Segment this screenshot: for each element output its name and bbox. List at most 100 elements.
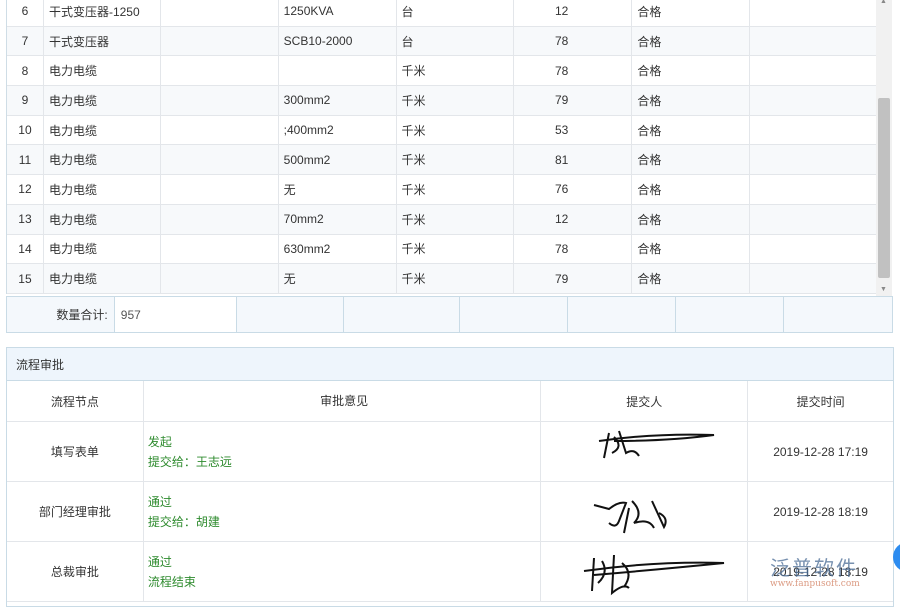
signature-image	[541, 422, 748, 481]
total-label: 数量合计:	[7, 297, 115, 332]
node-name: 部门经理审批	[7, 482, 144, 541]
header-opinion: 审批意见	[144, 381, 542, 421]
next-step: 提交给：王志远	[148, 452, 232, 472]
next-step: 流程结束	[148, 572, 196, 592]
cell-no: 6	[7, 0, 44, 26]
table-row: 12电力电缆无千米76合格	[7, 175, 876, 205]
cell-empty	[161, 175, 279, 204]
watermark-logo: 泛普软件 www.fanpusoft.com	[770, 552, 860, 589]
opinion-text: 通过	[148, 492, 172, 512]
cell-spec: 300mm2	[279, 86, 397, 115]
opinion: 发起提交给：王志远	[144, 422, 542, 481]
cell-empty	[750, 86, 876, 115]
approval-row: 填写表单 发起提交给：王志远 2019-12-28 17:19	[7, 422, 893, 482]
cell-no: 8	[7, 56, 44, 85]
cell-quality: 合格	[632, 27, 750, 56]
opinion-text: 发起	[148, 432, 172, 452]
cell-name: 电力电缆	[44, 56, 161, 85]
cell-name: 干式变压器-1250	[44, 0, 161, 26]
cell-spec: 70mm2	[279, 205, 397, 234]
cell-name: 电力电缆	[44, 86, 161, 115]
next-step: 提交给：胡建	[148, 512, 220, 532]
cell-empty	[161, 235, 279, 264]
cell-empty	[161, 0, 279, 26]
cell-name: 电力电缆	[44, 235, 161, 264]
header-submitter: 提交人	[541, 381, 748, 421]
table-row: 6干式变压器-12501250KVA台12合格	[7, 0, 876, 27]
signature-image	[541, 542, 748, 601]
cell-quality: 合格	[632, 175, 750, 204]
cell-quality: 合格	[632, 116, 750, 145]
cell-quality: 合格	[632, 0, 750, 26]
cell-unit: 千米	[397, 56, 515, 85]
scroll-up-icon[interactable]: ▲	[880, 0, 887, 5]
cell-qty: 78	[514, 27, 632, 56]
cell-name: 干式变压器	[44, 27, 161, 56]
cell-name: 电力电缆	[44, 264, 161, 293]
approval-header: 流程节点 审批意见 提交人 提交时间	[7, 381, 893, 422]
table-row: 15电力电缆无千米79合格	[7, 264, 876, 294]
signature-image	[541, 482, 748, 541]
cell-qty: 79	[514, 264, 632, 293]
cell-empty	[750, 264, 876, 293]
cell-unit: 千米	[397, 235, 515, 264]
cell-empty	[161, 205, 279, 234]
total-value: 957	[115, 297, 237, 332]
cell-empty	[161, 86, 279, 115]
cell-no: 14	[7, 235, 44, 264]
cell-unit: 千米	[397, 175, 515, 204]
cell-empty	[750, 27, 876, 56]
scrollbar-thumb[interactable]	[878, 98, 890, 278]
table-row: 8电力电缆 千米78合格	[7, 56, 876, 86]
table-row: 11电力电缆500mm2千米81合格	[7, 145, 876, 175]
table-row: 10电力电缆;400mm2千米53合格	[7, 116, 876, 146]
cell-spec	[279, 56, 397, 85]
scroll-down-icon[interactable]: ▼	[880, 286, 887, 293]
cell-name: 电力电缆	[44, 145, 161, 174]
cell-empty	[750, 235, 876, 264]
table-row: 13电力电缆70mm2千米12合格	[7, 205, 876, 235]
cell-qty: 53	[514, 116, 632, 145]
cell-empty	[161, 116, 279, 145]
cell-spec: SCB10-2000	[279, 27, 397, 56]
opinion: 通过提交给：胡建	[144, 482, 542, 541]
submit-time: 2019-12-28 18:19	[748, 482, 893, 541]
cell-empty	[750, 0, 876, 26]
cell-spec: 500mm2	[279, 145, 397, 174]
cell-no: 12	[7, 175, 44, 204]
cell-name: 电力电缆	[44, 175, 161, 204]
cell-empty	[750, 175, 876, 204]
cell-unit: 台	[397, 27, 515, 56]
scrollbar[interactable]: ▲▼	[876, 0, 892, 296]
table-row: 7干式变压器 SCB10-2000台78合格	[7, 27, 876, 57]
cell-qty: 12	[514, 205, 632, 234]
opinion: 通过流程结束	[144, 542, 542, 601]
cell-no: 9	[7, 86, 44, 115]
cell-empty	[750, 205, 876, 234]
cell-no: 15	[7, 264, 44, 293]
cell-unit: 千米	[397, 116, 515, 145]
opinion-text: 通过	[148, 552, 172, 572]
cell-qty: 76	[514, 175, 632, 204]
submit-time: 2019-12-28 17:19	[748, 422, 893, 481]
cell-no: 7	[7, 27, 44, 56]
cell-qty: 78	[514, 56, 632, 85]
cell-empty	[161, 27, 279, 56]
header-node: 流程节点	[7, 381, 144, 421]
cell-spec: 无	[279, 264, 397, 293]
materials-table: 6干式变压器-12501250KVA台12合格7干式变压器SCB10-2000台…	[6, 0, 876, 294]
table-row: 14电力电缆630mm2千米78合格	[7, 235, 876, 265]
node-name: 填写表单	[7, 422, 144, 481]
cell-quality: 合格	[632, 56, 750, 85]
cell-unit: 千米	[397, 145, 515, 174]
header-time: 提交时间	[748, 381, 893, 421]
cell-name: 电力电缆	[44, 116, 161, 145]
cell-no: 10	[7, 116, 44, 145]
cell-unit: 千米	[397, 86, 515, 115]
chat-bubble-button[interactable]	[893, 542, 900, 572]
cell-qty: 79	[514, 86, 632, 115]
cell-unit: 千米	[397, 264, 515, 293]
cell-empty	[750, 145, 876, 174]
approval-title: 流程审批	[7, 348, 893, 381]
cell-spec: 1250KVA	[279, 0, 397, 26]
